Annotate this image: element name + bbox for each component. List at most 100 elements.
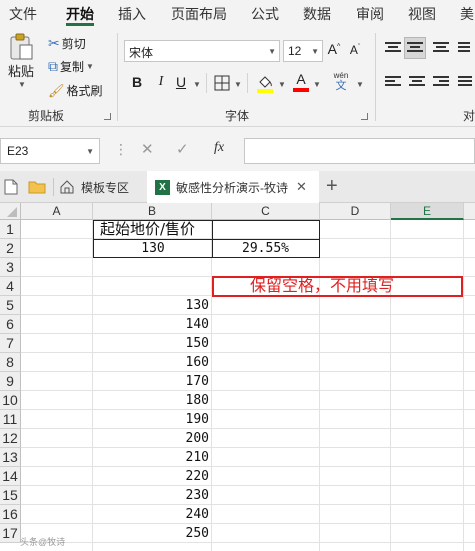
formula-input[interactable] bbox=[244, 138, 475, 164]
phonetic-guide-button[interactable]: wén 文 bbox=[329, 71, 353, 93]
shrink-font-button[interactable]: Aˇ bbox=[348, 43, 362, 57]
cell-c2[interactable]: 29.55% bbox=[212, 239, 319, 258]
underline-dropdown-icon[interactable]: ▼ bbox=[193, 80, 201, 89]
align-bottom-icon[interactable] bbox=[433, 42, 449, 56]
row-header[interactable]: 16 bbox=[0, 505, 21, 524]
menu-review[interactable]: 审阅 bbox=[356, 4, 384, 24]
add-tab-icon[interactable]: + bbox=[326, 175, 338, 198]
paste-dropdown-icon[interactable]: ▼ bbox=[18, 80, 26, 89]
indent-icon[interactable] bbox=[458, 76, 474, 90]
row-header[interactable]: 10 bbox=[0, 391, 21, 410]
menu-insert[interactable]: 插入 bbox=[118, 4, 146, 24]
clipboard-dialog-launcher-icon[interactable] bbox=[104, 113, 111, 120]
row-header[interactable]: 5 bbox=[0, 296, 21, 315]
menu-data[interactable]: 数据 bbox=[303, 4, 331, 24]
format-painter-icon: 🖌 bbox=[48, 82, 65, 98]
spreadsheet-grid[interactable]: A B C D E 1 2 3 4 5 6 7 8 9 10 11 12 13 14 15 16 17 起始地价… bbox=[0, 203, 475, 551]
copy-dropdown-icon[interactable]: ▼ bbox=[86, 62, 94, 71]
insert-function-button[interactable]: fx bbox=[214, 140, 224, 156]
row-header[interactable]: 11 bbox=[0, 410, 21, 429]
folder-icon[interactable] bbox=[28, 180, 46, 194]
column-header-f[interactable] bbox=[464, 203, 475, 220]
cell-b13[interactable]: 210 bbox=[94, 448, 212, 467]
paste-button[interactable]: 粘贴 ▼ bbox=[8, 33, 34, 89]
row-header[interactable]: 7 bbox=[0, 334, 21, 353]
column-header-c[interactable]: C bbox=[212, 203, 320, 220]
align-top-icon[interactable] bbox=[385, 42, 401, 56]
column-header-a[interactable]: A bbox=[21, 203, 93, 220]
orientation-icon[interactable] bbox=[458, 42, 474, 56]
italic-button[interactable]: I bbox=[154, 74, 168, 90]
enter-icon[interactable]: ✓ bbox=[176, 140, 189, 158]
bold-button[interactable]: B bbox=[130, 74, 144, 90]
tab-sensitivity-analysis[interactable]: X 敏感性分析演示-牧诗 ✕ bbox=[147, 171, 319, 203]
name-box[interactable]: E23 ▼ bbox=[0, 138, 100, 164]
row-header[interactable]: 2 bbox=[0, 239, 21, 258]
borders-dropdown-icon[interactable]: ▼ bbox=[234, 80, 242, 89]
menu-file[interactable]: 文件 bbox=[9, 4, 37, 24]
cell-b1[interactable]: 起始地价/售价 bbox=[94, 220, 212, 239]
menu-view[interactable]: 视图 bbox=[408, 4, 436, 24]
borders-icon[interactable] bbox=[214, 75, 230, 91]
menu-formulas[interactable]: 公式 bbox=[251, 4, 279, 24]
cell-b11[interactable]: 190 bbox=[94, 410, 212, 429]
chevron-down-icon: ▼ bbox=[86, 147, 94, 156]
cell-b7[interactable]: 150 bbox=[94, 334, 212, 353]
phonetic-dropdown-icon[interactable]: ▼ bbox=[356, 80, 364, 89]
align-middle-button[interactable] bbox=[404, 37, 426, 59]
grow-font-button[interactable]: A^ bbox=[327, 41, 341, 57]
row-header[interactable]: 12 bbox=[0, 429, 21, 448]
row-header[interactable]: 17 bbox=[0, 524, 21, 543]
row-header[interactable]: 4 bbox=[0, 277, 21, 296]
font-name-value: 宋体 bbox=[129, 46, 154, 60]
format-painter-button[interactable]: 🖌 格式刷 bbox=[48, 82, 103, 99]
font-dialog-launcher-icon[interactable] bbox=[361, 113, 368, 120]
menu-more[interactable]: 美 bbox=[460, 4, 474, 24]
copy-button[interactable]: ⧉ 复制 ▼ bbox=[48, 58, 94, 75]
cell-b5[interactable]: 130 bbox=[94, 296, 212, 315]
grid-line bbox=[21, 390, 475, 391]
align-left-icon[interactable] bbox=[385, 76, 401, 90]
fill-color-icon[interactable] bbox=[256, 73, 274, 93]
cell-b2[interactable]: 130 bbox=[94, 239, 212, 258]
new-document-icon[interactable] bbox=[4, 179, 18, 195]
row-header[interactable]: 6 bbox=[0, 315, 21, 334]
align-center-icon[interactable] bbox=[409, 76, 425, 90]
column-header-b[interactable]: B bbox=[93, 203, 212, 220]
cell-b15[interactable]: 230 bbox=[94, 486, 212, 505]
close-tab-icon[interactable]: ✕ bbox=[296, 179, 307, 195]
cell-b14[interactable]: 220 bbox=[94, 467, 212, 486]
row-header[interactable]: 13 bbox=[0, 448, 21, 467]
fill-color-dropdown-icon[interactable]: ▼ bbox=[278, 80, 286, 89]
row-header[interactable]: 1 bbox=[0, 220, 21, 239]
cell-b17[interactable]: 250 bbox=[94, 524, 212, 543]
cell-b12[interactable]: 200 bbox=[94, 429, 212, 448]
row-header[interactable]: 15 bbox=[0, 486, 21, 505]
menu-home[interactable]: 开始 bbox=[66, 4, 94, 24]
font-name-dropdown[interactable]: 宋体 ▼ bbox=[124, 40, 280, 62]
cell-b10[interactable]: 180 bbox=[94, 391, 212, 410]
cell-b8[interactable]: 160 bbox=[94, 353, 212, 372]
row-header[interactable]: 8 bbox=[0, 353, 21, 372]
grid-line bbox=[21, 428, 475, 429]
column-header-d[interactable]: D bbox=[320, 203, 391, 220]
cell-b9[interactable]: 170 bbox=[94, 372, 212, 391]
font-color-dropdown-icon[interactable]: ▼ bbox=[313, 80, 321, 89]
grow-font-icon: A bbox=[327, 41, 338, 57]
grid-line bbox=[319, 220, 320, 551]
font-color-button[interactable]: A bbox=[292, 71, 310, 93]
row-header[interactable]: 9 bbox=[0, 372, 21, 391]
select-all-corner[interactable] bbox=[0, 203, 21, 220]
font-size-dropdown[interactable]: 12 ▼ bbox=[283, 40, 323, 62]
tab-template-zone[interactable]: 模板专区 bbox=[59, 171, 141, 203]
align-right-icon[interactable] bbox=[433, 76, 449, 90]
column-header-e[interactable]: E bbox=[391, 203, 464, 220]
row-header[interactable]: 14 bbox=[0, 467, 21, 486]
cancel-icon[interactable]: ✕ bbox=[141, 140, 154, 158]
menu-page-layout[interactable]: 页面布局 bbox=[171, 4, 227, 24]
cell-b16[interactable]: 240 bbox=[94, 505, 212, 524]
cut-button[interactable]: ✂ 剪切 bbox=[48, 35, 86, 52]
cell-b6[interactable]: 140 bbox=[94, 315, 212, 334]
underline-button[interactable]: U bbox=[174, 74, 188, 90]
row-header[interactable]: 3 bbox=[0, 258, 21, 277]
